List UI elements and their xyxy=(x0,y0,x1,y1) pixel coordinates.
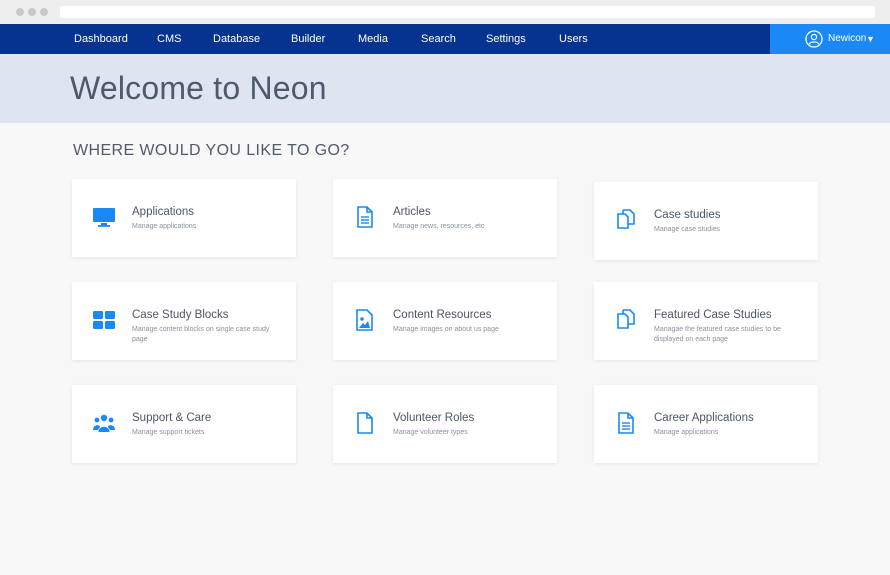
card-title: Case Study Blocks xyxy=(132,309,229,321)
nav-item-search[interactable]: Search xyxy=(421,24,456,54)
card-description: Manage volunteer types xyxy=(393,429,468,436)
window-dot-maximize[interactable] xyxy=(40,8,48,16)
chevron-down-icon: ▼ xyxy=(866,34,875,44)
card-title: Career Applications xyxy=(654,412,754,424)
card-title: Applications xyxy=(132,206,195,218)
user-name: Newicon xyxy=(828,33,867,44)
hero-banner: Welcome to Neon xyxy=(0,54,890,123)
card-title: Content Resources xyxy=(393,309,492,321)
nav-item-database[interactable]: Database xyxy=(213,24,260,54)
nav-item-media[interactable]: Media xyxy=(358,24,388,54)
document-icon xyxy=(618,412,634,434)
nav-item-cms[interactable]: CMS xyxy=(157,24,181,54)
card-featured-case-studies[interactable]: Featured Case Studies Managae the featur… xyxy=(594,282,818,360)
card-description: Manage content blocks on single case stu… xyxy=(132,326,270,343)
card-title: Featured Case Studies xyxy=(654,309,772,321)
monitor-icon xyxy=(93,208,115,227)
image-icon xyxy=(356,309,373,331)
copy-icon xyxy=(617,209,635,229)
user-avatar-icon xyxy=(805,30,823,48)
card-volunteer-roles[interactable]: Volunteer Roles Manage volunteer types xyxy=(333,385,557,463)
nav-item-builder[interactable]: Builder xyxy=(291,24,325,54)
grid-icon xyxy=(93,311,115,329)
card-description: Manage support tickets xyxy=(132,429,205,436)
user-menu[interactable]: Newicon ▼ xyxy=(770,24,890,54)
window-dot-minimize[interactable] xyxy=(28,8,36,16)
window-dot-close[interactable] xyxy=(16,8,24,16)
card-title: Support & Care xyxy=(132,412,212,424)
card-title: Articles xyxy=(393,206,431,218)
file-icon xyxy=(357,412,373,434)
nav-item-users[interactable]: Users xyxy=(559,24,588,54)
card-title: Volunteer Roles xyxy=(393,412,475,424)
card-description: Manage news, resources, etc xyxy=(393,223,485,230)
browser-chrome xyxy=(0,0,890,24)
top-nav: Dashboard CMS Database Builder Media Sea… xyxy=(0,24,890,54)
card-description: Manage images on about us page xyxy=(393,326,499,333)
document-icon xyxy=(357,206,373,228)
card-description: Manage applications xyxy=(132,223,197,230)
card-description: Managae the featured case studies to be … xyxy=(654,326,781,343)
card-articles[interactable]: Articles Manage news, resources, etc xyxy=(333,179,557,257)
copy-icon xyxy=(617,309,635,329)
nav-item-settings[interactable]: Settings xyxy=(486,24,526,54)
card-case-studies[interactable]: Case studies Manage case studies xyxy=(594,182,818,260)
card-case-study-blocks[interactable]: Case Study Blocks Manage content blocks … xyxy=(72,282,296,360)
card-title: Case studies xyxy=(654,209,721,221)
card-support-care[interactable]: Support & Care Manage support tickets xyxy=(72,385,296,463)
card-content-resources[interactable]: Content Resources Manage images on about… xyxy=(333,282,557,360)
card-applications[interactable]: Applications Manage applications xyxy=(72,179,296,257)
card-description: Manage applications xyxy=(654,429,719,436)
section-title: WHERE WOULD YOU LIKE TO GO? xyxy=(73,142,350,159)
address-bar[interactable] xyxy=(60,6,875,18)
page-title: Welcome to Neon xyxy=(70,70,327,106)
card-career-applications[interactable]: Career Applications Manage applications xyxy=(594,385,818,463)
users-icon xyxy=(93,414,115,432)
nav-item-dashboard[interactable]: Dashboard xyxy=(74,24,128,54)
card-description: Manage case studies xyxy=(654,226,721,233)
